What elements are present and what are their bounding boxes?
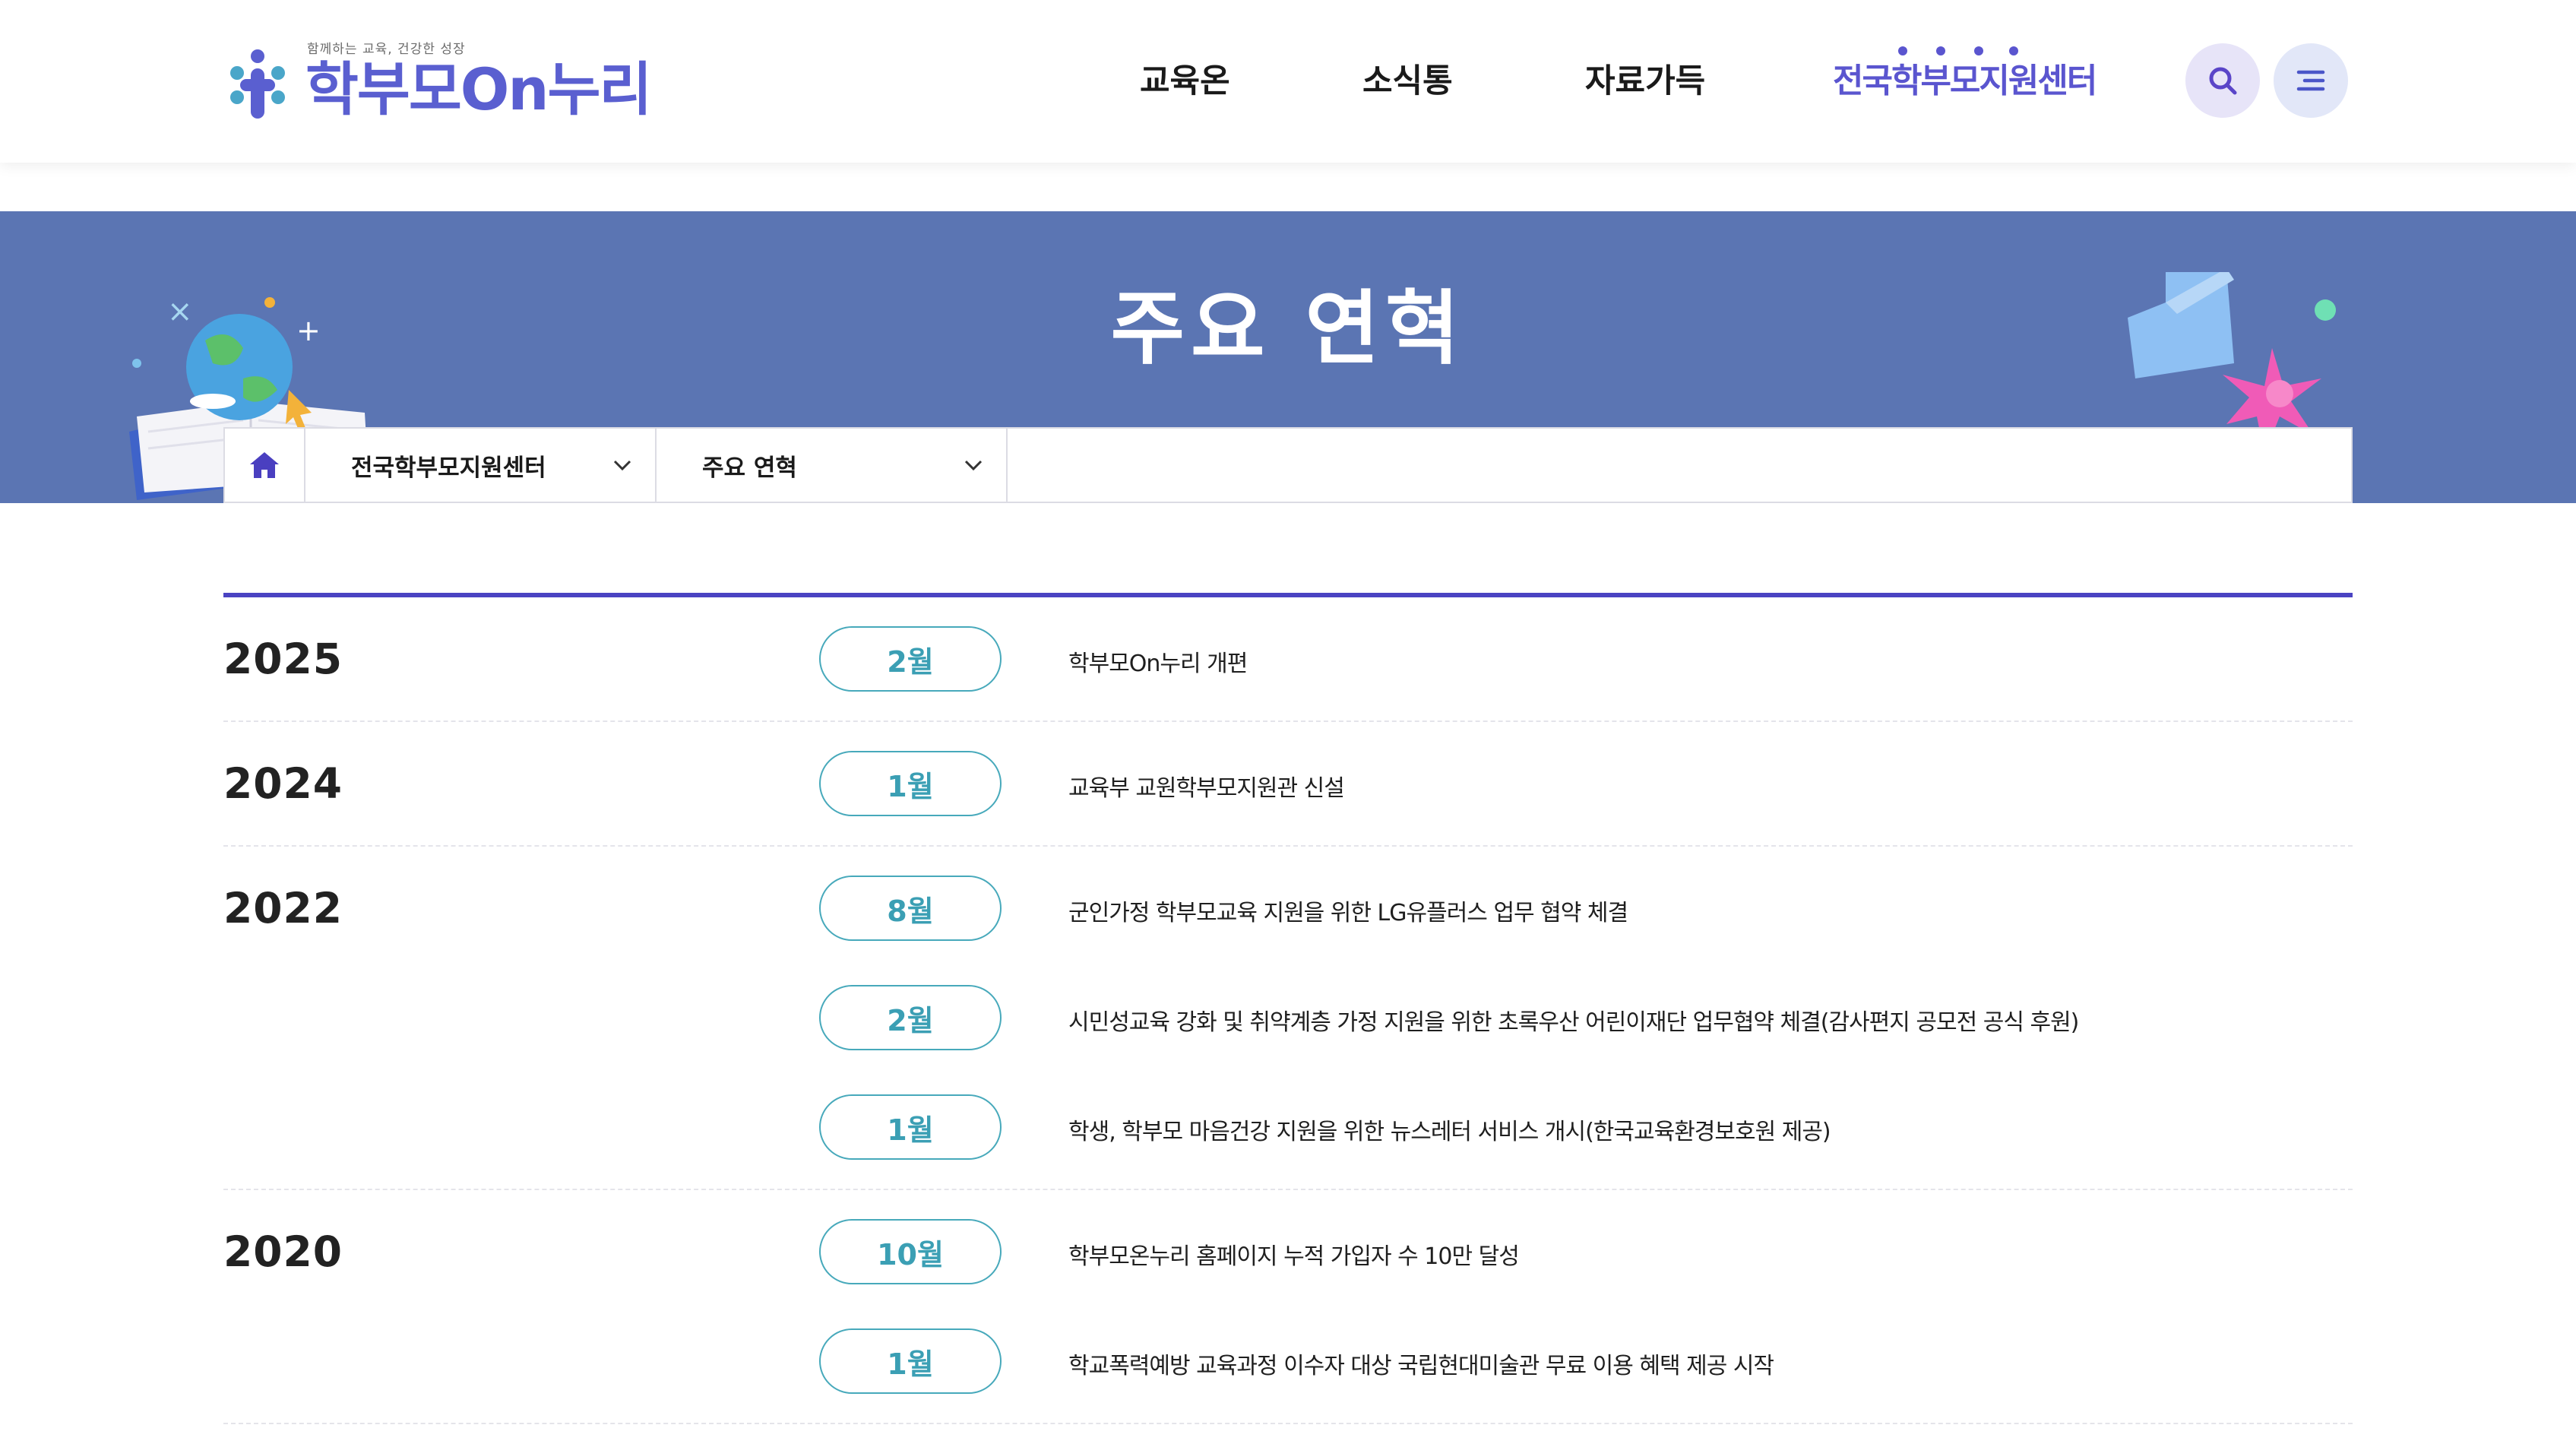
site-header: 함께하는 교육, 건강한 성장 학부모On누리 교육온 소식통 자료가득 전국학…: [0, 0, 2576, 163]
search-button[interactable]: [2185, 43, 2260, 118]
nav-center-label: 전국학부모지원센터: [1833, 62, 2097, 100]
search-icon: [2209, 67, 2237, 95]
history-entry: 2월 학부모On누리 개편: [223, 597, 2353, 722]
history-text: 학교폭력예방 교육과정 이수자 대상 국립현대미술관 무료 이용 혜택 제공 시…: [1068, 1353, 1774, 1379]
month-badge: 10월: [819, 1219, 1002, 1284]
history-entry: 1월 학교폭력예방 교육과정 이수자 대상 국립현대미술관 무료 이용 혜택 제…: [223, 1300, 2353, 1409]
history-entry: 8월 군인가정 학부모교육 지원을 위한 LG유플러스 업무 협약 체결: [223, 847, 2353, 956]
nav-item-news[interactable]: 소식통: [1362, 55, 1453, 108]
history-text: 시민성교육 강화 및 취약계층 가정 지원을 위한 초록우산 어린이재단 업무협…: [1068, 1009, 2079, 1036]
site-logo[interactable]: 함께하는 교육, 건강한 성장 학부모On누리: [223, 36, 652, 128]
history-entry: 10월 학부모온누리 홈페이지 누적 가입자 수 10만 달성: [223, 1190, 2353, 1300]
year-block-2025: 2025 2월 학부모On누리 개편: [223, 597, 2353, 722]
year-block-2024: 2024 1월 교육부 교원학부모지원관 신설: [223, 722, 2353, 847]
history-entry: 2월 시민성교육 강화 및 취약계층 가정 지원을 위한 초록우산 어린이재단 …: [223, 956, 2353, 1066]
month-badge: 2월: [819, 626, 1002, 692]
menu-icon: [2296, 70, 2325, 91]
history-timeline: 2025 2월 학부모On누리 개편 2024 1월 교육부 교원학부모지원관 …: [223, 593, 2353, 1424]
history-entry: 1월 교육부 교원학부모지원관 신설: [223, 722, 2353, 847]
history-text: 학생, 학부모 마음건강 지원을 위한 뉴스레터 서비스 개시(한국교육환경보호…: [1068, 1119, 1831, 1145]
history-text: 학부모온누리 홈페이지 누적 가입자 수 10만 달성: [1068, 1243, 1520, 1270]
month-badge: 2월: [819, 985, 1002, 1050]
logo-text: 학부모On누리: [305, 55, 652, 123]
month-badge: 1월: [819, 1328, 1002, 1394]
breadcrumb-dropdown-center[interactable]: 전국학부모지원센터: [305, 429, 657, 502]
nav-item-parent-support-center[interactable]: 전국학부모지원센터: [1833, 46, 2097, 108]
breadcrumb-home[interactable]: [225, 429, 305, 502]
month-badge: 8월: [819, 876, 1002, 941]
breadcrumb-dropdown-history[interactable]: 주요 연혁: [657, 429, 1008, 502]
breadcrumb: 전국학부모지원센터 주요 연혁: [223, 427, 2353, 503]
breadcrumb-level2-label: 주요 연혁: [702, 454, 797, 482]
chevron-down-icon: [613, 460, 631, 471]
year-block-2020: 2020 10월 학부모온누리 홈페이지 누적 가입자 수 10만 달성 1월 …: [223, 1190, 2353, 1424]
nav-dots-decoration: [1898, 46, 2018, 55]
page: 함께하는 교육, 건강한 성장 학부모On누리 교육온 소식통 자료가득 전국학…: [0, 0, 2576, 1444]
history-text: 교육부 교원학부모지원관 신설: [1068, 775, 1345, 802]
month-badge: 1월: [819, 751, 1002, 816]
history-entry: 1월 학생, 학부모 마음건강 지원을 위한 뉴스레터 서비스 개시(한국교육환…: [223, 1066, 2353, 1175]
year-block-2022: 2022 8월 군인가정 학부모교육 지원을 위한 LG유플러스 업무 협약 체…: [223, 847, 2353, 1190]
history-text: 학부모On누리 개편: [1068, 651, 1248, 677]
home-icon: [250, 452, 279, 478]
month-badge: 1월: [819, 1094, 1002, 1160]
nav-item-education[interactable]: 교육온: [1140, 55, 1230, 108]
menu-button[interactable]: [2274, 43, 2348, 118]
history-text: 군인가정 학부모교육 지원을 위한 LG유플러스 업무 협약 체결: [1068, 900, 1628, 926]
chevron-down-icon: [964, 460, 983, 471]
logo-mark-icon: [230, 49, 285, 119]
breadcrumb-level1-label: 전국학부모지원센터: [351, 454, 546, 482]
nav-item-resources[interactable]: 자료가득: [1585, 55, 1705, 108]
